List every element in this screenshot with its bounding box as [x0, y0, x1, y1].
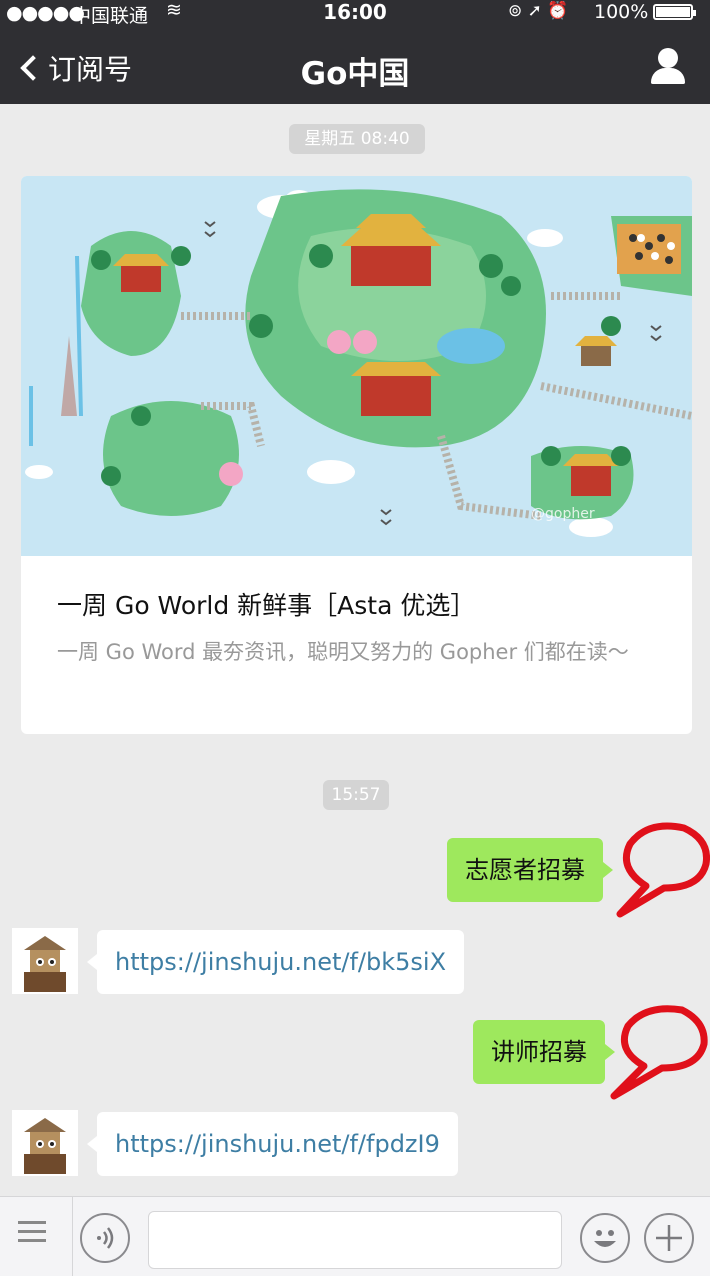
message-bubble-received[interactable]: https://jinshuju.net/f/fpdzI9 — [87, 1112, 458, 1176]
wifi-icon: ≋ — [166, 0, 182, 21]
more-button[interactable] — [644, 1213, 694, 1263]
message-bubble-sent[interactable]: 志愿者招募 — [447, 838, 613, 902]
plus-icon — [656, 1225, 682, 1251]
status-icons: ⊚ ➚ ⏰ — [508, 1, 569, 21]
message-input[interactable] — [148, 1211, 562, 1269]
svg-text:@gopher: @gopher — [531, 506, 595, 522]
profile-button[interactable] — [648, 46, 688, 88]
menu-toggle-button[interactable] — [14, 1221, 50, 1255]
voice-button[interactable] — [80, 1213, 130, 1263]
input-bar — [0, 1196, 710, 1276]
article-title: 一周 Go World 新鲜事［Asta 优选］ — [57, 591, 476, 620]
article-description: 一周 Go Word 最夯资讯，聪明又努力的 Gopher 们都在读～ — [57, 640, 629, 664]
message-bubble-sent[interactable]: 讲师招募 — [473, 1020, 615, 1084]
person-icon — [658, 48, 678, 68]
message-text: 志愿者招募 — [465, 856, 585, 884]
annotation-speech-icon — [616, 822, 710, 918]
message-bubble-received[interactable]: https://jinshuju.net/f/bk5siX — [86, 930, 465, 994]
avatar[interactable] — [12, 1110, 78, 1176]
message-text: 讲师招募 — [491, 1038, 587, 1066]
emoji-button[interactable] — [580, 1213, 630, 1263]
avatar[interactable] — [12, 928, 78, 994]
back-label: 订阅号 — [48, 53, 133, 86]
chevron-left-icon — [20, 55, 46, 81]
nav-bar: 订阅号 Go中国 — [0, 34, 710, 100]
message-link[interactable]: https://jinshuju.net/f/bk5siX — [115, 948, 446, 976]
battery-percent: 100% — [594, 1, 649, 23]
annotation-speech-icon — [610, 1005, 708, 1100]
carrier-label: 中国联通 — [72, 5, 149, 27]
message-link[interactable]: https://jinshuju.net/f/fpdzI9 — [115, 1130, 440, 1158]
back-button[interactable]: 订阅号 — [14, 48, 132, 88]
status-bar: ●●●●● 中国联通 ≋ 16:00 ⊚ ➚ ⏰ 100% — [0, 0, 710, 27]
battery-icon — [653, 4, 696, 20]
smiley-icon — [594, 1230, 616, 1247]
timestamp: 15:57 — [323, 780, 389, 810]
article-cover-image: @gopher — [21, 176, 692, 556]
timestamp: 星期五 08:40 — [289, 124, 425, 154]
voice-icon — [97, 1227, 114, 1249]
app-header: ●●●●● 中国联通 ≋ 16:00 ⊚ ➚ ⏰ 100% 订阅号 Go中国 — [0, 0, 710, 104]
